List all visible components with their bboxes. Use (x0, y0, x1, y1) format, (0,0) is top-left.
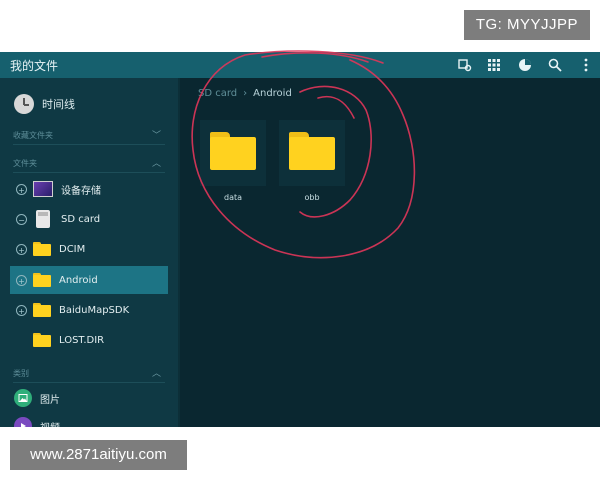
device-storage-icon (33, 181, 53, 197)
sidebar-item-history[interactable]: 时间线 (14, 92, 75, 116)
chevron-up-icon: ︿ (151, 369, 161, 379)
watermark-bottom: www.2871aitiyu.com (10, 440, 187, 470)
collapse-icon[interactable]: − (16, 213, 27, 225)
tree-item-dcim[interactable]: + DCIM (10, 235, 168, 263)
tree-item-label: DCIM (59, 243, 86, 255)
category-item-images[interactable]: 图片 (14, 387, 60, 409)
content-pane: SD card › Android data obb (180, 78, 600, 427)
search-icon[interactable] (545, 55, 565, 75)
section-categories[interactable]: 类别 ︿ (13, 367, 165, 381)
tree-item-label: SD card (61, 213, 101, 225)
storage-usage-icon[interactable] (515, 55, 535, 75)
sidebar-item-label: 时间线 (42, 98, 75, 111)
category-item-videos[interactable]: 视频 (14, 415, 60, 427)
sd-card-icon (36, 210, 50, 228)
expand-icon[interactable]: + (16, 183, 27, 195)
image-icon (14, 389, 32, 407)
grid-view-icon[interactable] (484, 55, 504, 75)
app-title: 我的文件 (10, 59, 59, 73)
tree-item-baidumapsdk[interactable]: + BaiduMapSDK (10, 296, 168, 324)
expander-placeholder (16, 335, 27, 346)
folder-tile-data[interactable] (200, 120, 266, 186)
folder-icon (33, 242, 51, 256)
expand-icon[interactable]: + (16, 274, 27, 286)
expand-icon[interactable]: + (16, 304, 27, 316)
more-icon[interactable] (576, 55, 596, 75)
chevron-up-icon: ︿ (151, 159, 161, 169)
breadcrumb-root[interactable]: SD card (198, 88, 237, 99)
tree-item-device-storage[interactable]: + 设备存储 (10, 175, 168, 203)
folder-icon (33, 303, 51, 317)
breadcrumb: SD card › Android (198, 88, 292, 99)
breadcrumb-separator: › (243, 88, 248, 99)
title-bar: 我的文件 (0, 52, 600, 78)
tree-item-lost-dir[interactable]: LOST.DIR (10, 326, 168, 354)
tree-item-sd-card[interactable]: − SD card (10, 205, 168, 233)
divider (13, 172, 165, 173)
category-item-label: 图片 (40, 394, 60, 406)
section-label: 收藏文件夹 (13, 131, 53, 140)
sidebar: 时间线 收藏文件夹 ﹀ 文件夹 ︿ + 设备存储 − SD card + DCI… (0, 78, 178, 427)
folder-icon (289, 132, 335, 170)
expand-icon[interactable]: + (16, 243, 27, 255)
tree-item-label: BaiduMapSDK (59, 304, 130, 316)
search-folder-icon[interactable] (455, 55, 475, 75)
folder-icon (210, 132, 256, 170)
tree-item-label: LOST.DIR (59, 334, 105, 346)
folder-icon (33, 333, 51, 347)
folder-name: data (223, 193, 243, 202)
section-folders[interactable]: 文件夹 ︿ (13, 157, 165, 171)
clock-icon (14, 94, 34, 114)
watermark-top: TG: MYYJJPP (463, 10, 590, 40)
section-favorites[interactable]: 收藏文件夹 ﹀ (13, 129, 165, 143)
divider (13, 144, 165, 145)
tree-item-android[interactable]: + Android (10, 266, 168, 294)
chevron-down-icon: ﹀ (151, 131, 161, 141)
folder-tile-obb[interactable] (279, 120, 345, 186)
video-icon (14, 417, 32, 427)
breadcrumb-current[interactable]: Android (253, 88, 292, 99)
folder-icon (33, 273, 51, 287)
tree-item-label: 设备存储 (61, 185, 101, 197)
divider (13, 382, 165, 383)
tree-item-label: Android (59, 274, 98, 286)
folder-name: obb (304, 193, 320, 202)
file-manager-screen: 我的文件 时间线 收藏文件夹 ﹀ 文件夹 ︿ + 设备存储 − SD card … (0, 52, 600, 427)
section-label: 文件夹 (13, 159, 37, 168)
category-item-label: 视频 (40, 419, 60, 428)
section-label: 类别 (13, 369, 29, 378)
